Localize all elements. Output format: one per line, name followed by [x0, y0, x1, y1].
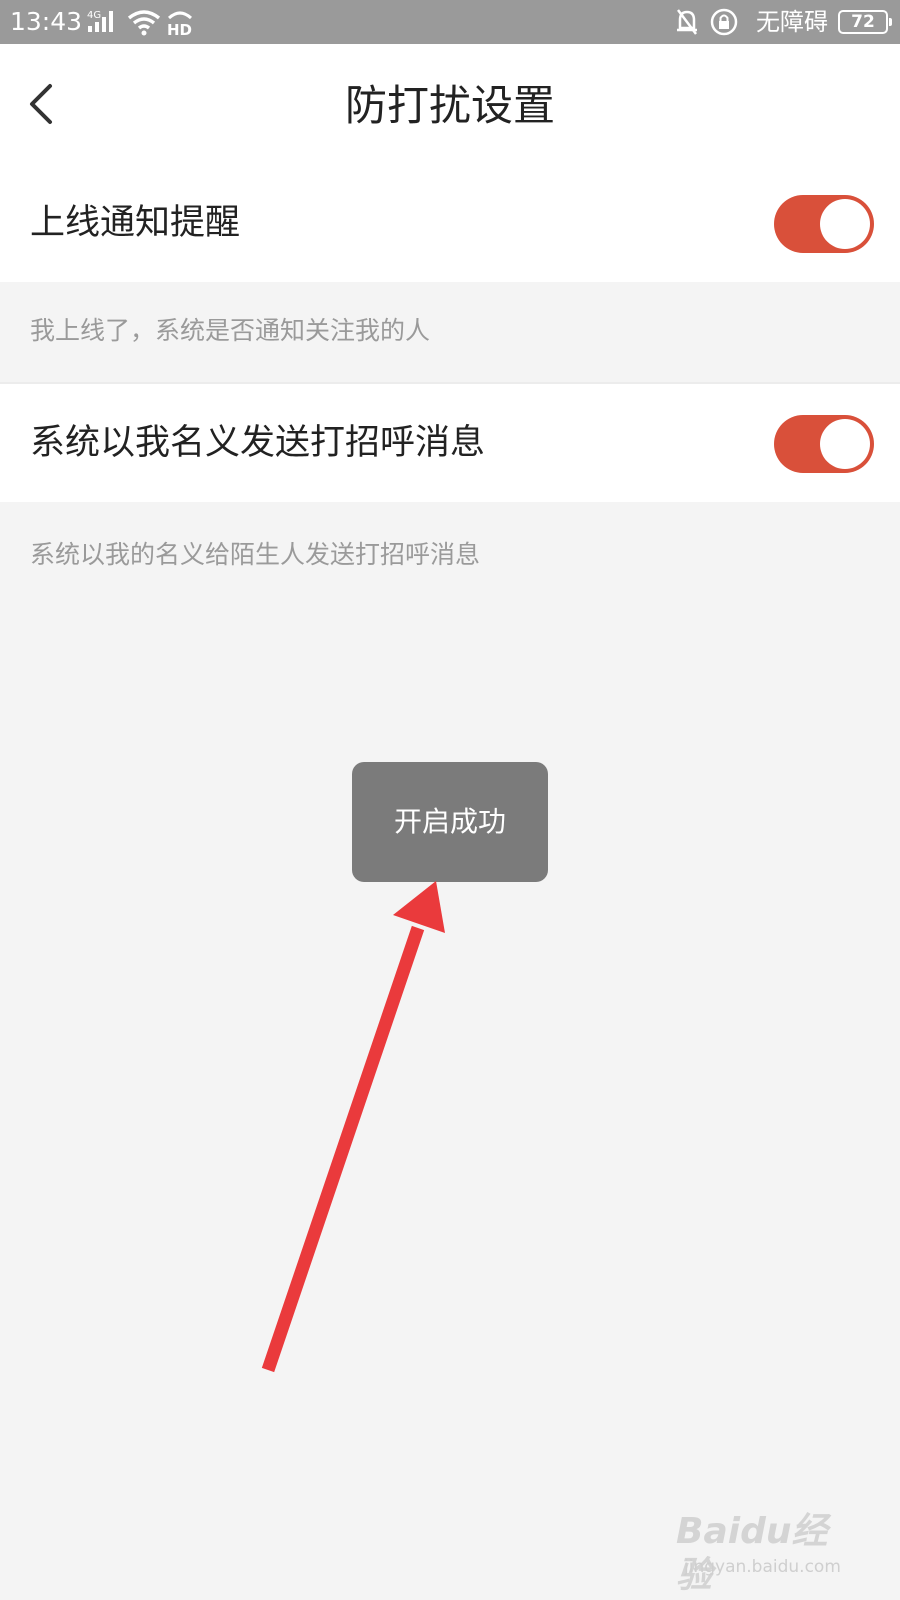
watermark: Baidu经验 jingyan.baidu.com — [676, 1510, 856, 1596]
annotation-arrow-icon — [261, 881, 445, 1373]
watermark-url: jingyan.baidu.com — [684, 1557, 841, 1577]
watermark-brand: Baidu经验 — [676, 1511, 828, 1596]
